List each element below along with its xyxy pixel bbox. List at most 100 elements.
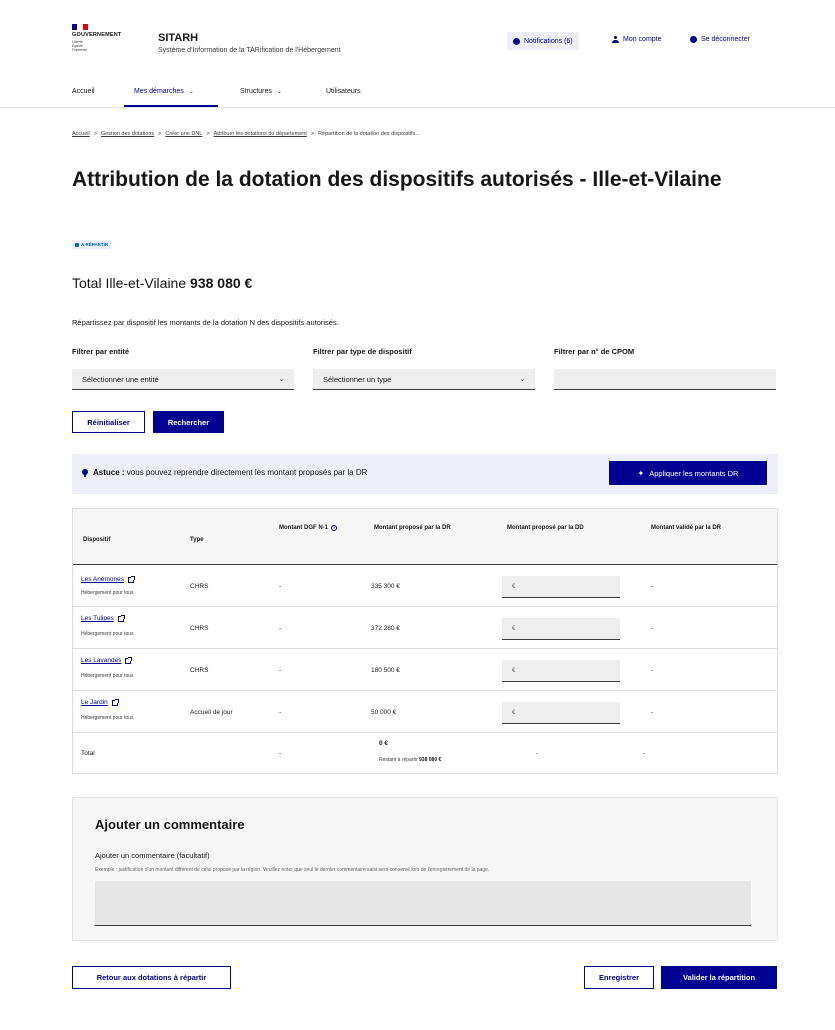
nav-users-label: Utilisateurs <box>326 88 361 95</box>
type-select[interactable]: Sélectionner un type ⌄ <box>313 369 535 390</box>
tip-text: Astuce : vous pouvez reprendre directeme… <box>82 468 367 477</box>
main-nav: Accueil Mes démarches ⌄ Structures ⌄ Uti… <box>0 80 835 108</box>
dd-amount-placeholder: € <box>512 709 516 716</box>
col-dd: Montant proposé par la DD <box>507 525 584 531</box>
search-label: Rechercher <box>167 417 210 427</box>
logout-link[interactable]: Se déconnecter <box>690 36 750 43</box>
col-dispositif: Dispositif <box>83 537 111 543</box>
total-value: 938 080 € <box>190 275 253 291</box>
dd-amount-placeholder: € <box>512 583 516 590</box>
dispositif-name: Les Tulipes <box>81 615 114 622</box>
dd-amount-input[interactable]: € <box>502 576 620 598</box>
breadcrumb-dnl[interactable]: Créer une DNL <box>165 131 202 137</box>
external-link-icon <box>128 575 136 583</box>
cpom-input[interactable] <box>554 369 776 390</box>
breadcrumb-home[interactable]: Accueil <box>72 131 90 137</box>
nav-demarches-label: Mes démarches <box>134 88 184 95</box>
dgf-value: - <box>279 583 282 590</box>
bell-icon <box>513 37 520 45</box>
nav-item-demarches[interactable]: Mes démarches ⌄ <box>134 88 194 95</box>
dr-value: 335 300 € <box>371 583 400 590</box>
save-label: Enregistrer <box>598 973 640 982</box>
save-button[interactable]: Enregistrer <box>584 966 654 989</box>
dispositif-link[interactable]: Le Jardin <box>81 698 119 706</box>
dispositif-type: CHRS <box>190 667 209 674</box>
dgf-value: - <box>279 709 282 716</box>
table-row: Les Tulipes Hébergement pour tous CHRS -… <box>73 607 777 649</box>
breadcrumb-dotations[interactable]: Gestion des dotations <box>101 131 154 137</box>
table-row: Les Lavandes Hébergement pour tous CHRS … <box>73 649 777 691</box>
total-validated: - <box>643 750 646 757</box>
col-dgf-label: Montant DGF N-1 <box>279 525 328 531</box>
nav-item-structures[interactable]: Structures ⌄ <box>240 88 282 95</box>
reset-button[interactable]: Réinitialiser <box>72 411 145 433</box>
entity-select-value: Sélectionner une entité <box>82 374 159 384</box>
type-filter-label: Filtrer par type de dispositif <box>313 347 412 356</box>
dispositifs-table: Dispositif Type Montant DGF N-1? Montant… <box>72 508 778 774</box>
dispositif-type: CHRS <box>190 583 209 590</box>
tip-bold: Astuce : <box>93 468 125 477</box>
breadcrumb-separator: > <box>158 131 162 137</box>
government-logo[interactable]: GOUVERNEMENT Liberté Égalité Fraternité <box>72 24 142 64</box>
table-header: Dispositif Type Montant DGF N-1? Montant… <box>73 509 777 565</box>
dr-value: 180 500 € <box>371 667 400 674</box>
chevron-down-icon: ⌄ <box>276 89 282 95</box>
site-header: GOUVERNEMENT Liberté Égalité Fraternité … <box>0 0 835 108</box>
dgf-value: - <box>279 667 282 674</box>
app-subtitle: Système d'Information de la TARification… <box>158 47 341 54</box>
dispositif-link[interactable]: Les Tulipes <box>81 614 125 622</box>
dispositif-subtitle: Hébergement pour tous <box>81 631 134 637</box>
total-row-label: Total <box>81 750 95 757</box>
account-link[interactable]: Mon compte <box>612 36 662 43</box>
validated-value: - <box>651 709 654 716</box>
search-button[interactable]: Rechercher <box>153 411 224 433</box>
col-type: Type <box>190 537 204 543</box>
nav-item-users[interactable]: Utilisateurs <box>326 88 361 95</box>
dispositif-link[interactable]: Les Anémones <box>81 575 136 583</box>
dd-amount-input[interactable]: € <box>502 702 620 724</box>
breadcrumb-current: Répartition de la dotation des dispositi… <box>318 131 420 137</box>
apply-dr-amounts-button[interactable]: ✦ Appliquer les montants DR <box>609 461 767 485</box>
nav-structures-label: Structures <box>240 88 272 95</box>
back-label: Retour aux dotations à répartir <box>96 973 207 982</box>
dd-amount-input[interactable]: € <box>502 618 620 640</box>
breadcrumb-attribuer[interactable]: Attribuer les dotations du département <box>214 131 307 137</box>
dispositif-link[interactable]: Les Lavandes <box>81 656 133 664</box>
validate-button[interactable]: Valider la répartition <box>661 966 777 989</box>
table-row: Le Jardin Hébergement pour tous Accueil … <box>73 691 777 733</box>
dd-amount-input[interactable]: € <box>502 660 620 682</box>
notifications-button[interactable]: Notifications (6) <box>507 32 579 50</box>
logout-icon <box>690 36 697 43</box>
page-title: Attribution de la dotation des dispositi… <box>72 168 722 191</box>
dd-amount-placeholder: € <box>512 667 516 674</box>
col-validated: Montant validé par la DR <box>651 525 722 531</box>
external-link-icon <box>111 698 119 706</box>
comment-textarea[interactable] <box>95 881 751 926</box>
external-link-icon <box>117 614 125 622</box>
info-icon[interactable]: ? <box>331 525 337 531</box>
breadcrumb-separator: > <box>206 131 210 137</box>
nav-active-indicator <box>124 105 218 107</box>
logo-text: GOUVERNEMENT <box>72 32 122 38</box>
account-label: Mon compte <box>623 36 662 43</box>
nav-home-label: Accueil <box>72 88 95 95</box>
apply-dr-label: Appliquer les montants DR <box>649 468 739 478</box>
entity-select[interactable]: Sélectionner une entité ⌄ <box>72 369 294 390</box>
comment-title: Ajouter un commentaire <box>95 817 245 832</box>
info-icon <box>75 242 79 247</box>
nav-item-home[interactable]: Accueil <box>72 88 95 95</box>
remaining-label: Restant à répartir <box>379 757 418 763</box>
back-button[interactable]: Retour aux dotations à répartir <box>72 966 231 989</box>
cpom-filter-label: Filtrer par n° de CPOM <box>554 347 635 356</box>
col-dgf: Montant DGF N-1? <box>279 525 337 531</box>
entity-filter-label: Filtrer par entité <box>72 347 130 356</box>
tip-callout: Astuce : vous pouvez reprendre directeme… <box>72 454 778 494</box>
user-icon <box>612 36 619 43</box>
total-dgf: - <box>279 750 282 757</box>
flag-icon <box>72 24 88 30</box>
col-dr: Montant proposé par la DR <box>374 525 451 531</box>
dispositif-subtitle: Hébergement pour tous <box>81 590 134 596</box>
remaining-amount: Restant à répartir 938 080 € <box>379 757 441 763</box>
app-name[interactable]: SITARH <box>158 32 198 44</box>
dr-value: 50 000 € <box>371 709 397 716</box>
